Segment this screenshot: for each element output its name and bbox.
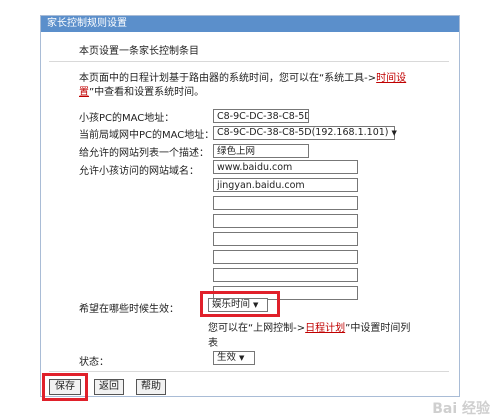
schedule-hint: 您可以在“上网控制->日程计划”中设置时间列 bbox=[208, 323, 411, 334]
schedule-highlight-box bbox=[200, 291, 280, 317]
intro-text: 本页设置一条家长控制条目 bbox=[79, 46, 199, 57]
divider-top bbox=[49, 61, 449, 62]
current-mac-select[interactable]: C8-9C-DC-38-C8-5D(192.168.1.101) ▼ bbox=[213, 126, 397, 140]
back-button[interactable]: 返回 bbox=[94, 379, 124, 395]
domain-input-5[interactable] bbox=[213, 232, 358, 246]
time-settings-link-cont[interactable]: 置 bbox=[79, 87, 89, 98]
domain-input-7[interactable] bbox=[213, 268, 358, 282]
schedule-label: 希望在哪些时候生效： bbox=[79, 304, 179, 315]
help-button[interactable]: 帮助 bbox=[136, 379, 166, 395]
status-select[interactable]: 生效 ▼ bbox=[213, 351, 255, 365]
domain-input-4[interactable] bbox=[213, 214, 358, 228]
parental-control-panel: 家长控制规则设置 本页设置一条家长控制条目 本页面中的日程计划基于路由器的系统时… bbox=[40, 15, 460, 401]
domain-input-3[interactable] bbox=[213, 196, 358, 210]
note-line-1: 本页面中的日程计划基于路由器的系统时间，您可以在“系统工具->时间设 bbox=[79, 73, 407, 84]
domain-input-1[interactable]: www.baidu.com bbox=[213, 160, 358, 174]
child-mac-label: 小孩PC的MAC地址： bbox=[79, 113, 175, 124]
chevron-down-icon: ▼ bbox=[239, 354, 245, 362]
note-line-2: 置”中查看和设置系统时间。 bbox=[79, 87, 205, 98]
chevron-down-icon: ▼ bbox=[391, 129, 397, 137]
domain-input-2[interactable]: jingyan.baidu.com bbox=[213, 178, 358, 192]
window-title: 家长控制规则设置 bbox=[41, 16, 459, 32]
time-settings-link[interactable]: 时间设 bbox=[376, 73, 406, 84]
domains-label: 允许小孩访问的网站域名： bbox=[79, 166, 199, 177]
schedule-hint-line-2: 表 bbox=[208, 338, 218, 349]
save-highlight-box bbox=[42, 373, 88, 401]
domain-input-6[interactable] bbox=[213, 250, 358, 264]
child-mac-input[interactable]: C8-9C-DC-38-C8-5D bbox=[213, 109, 309, 123]
watermark-logo: Bai 经验 bbox=[432, 401, 490, 417]
divider-bottom bbox=[49, 371, 449, 372]
current-mac-label: 当前局域网中PC的MAC地址： bbox=[79, 130, 215, 141]
desc-input[interactable]: 绿色上网 bbox=[213, 144, 309, 158]
status-label: 状态： bbox=[79, 357, 109, 368]
schedule-plan-link[interactable]: 日程计划 bbox=[305, 323, 345, 334]
desc-label: 给允许的网站列表一个描述： bbox=[79, 148, 209, 159]
